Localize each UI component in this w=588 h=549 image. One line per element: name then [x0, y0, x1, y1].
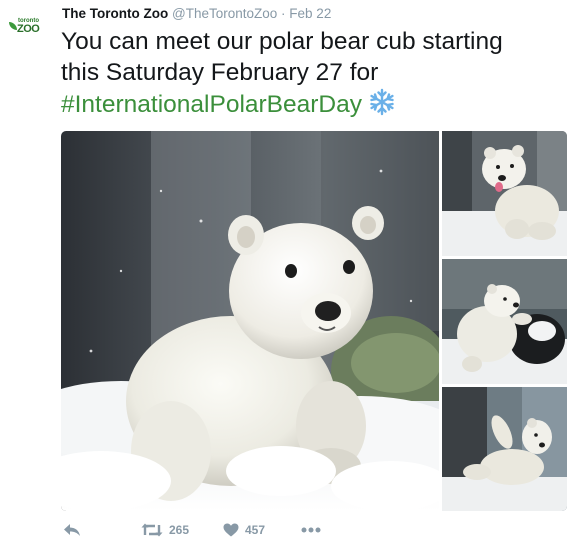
tweet-header: The Toronto Zoo @TheTorontoZoo · Feb 22: [62, 6, 331, 22]
separator-dot: ·: [281, 6, 286, 21]
logo-main-text: ZOO: [17, 23, 40, 35]
user-handle[interactable]: @TheTorontoZoo: [172, 6, 277, 21]
tweet-actions: 265 457: [61, 520, 361, 540]
tweet-text-line-1: You can meet our polar bear cub starting: [61, 28, 503, 55]
retweet-icon: [141, 523, 163, 537]
tweet-text-line-2: this Saturday February 27 for: [61, 59, 379, 86]
like-count: 457: [245, 523, 266, 537]
more-dots-icon: [301, 527, 321, 533]
reply-button[interactable]: [63, 520, 81, 540]
polar-bear-cub-ball-photo[interactable]: [442, 259, 567, 384]
tweet-text-line-3: #InternationalPolarBearDay: [61, 88, 581, 120]
more-button[interactable]: [301, 520, 321, 540]
leaf-icon: [9, 22, 17, 30]
heart-icon: [223, 523, 239, 537]
display-name[interactable]: The Toronto Zoo: [62, 6, 168, 21]
polar-bear-cub-main-photo[interactable]: [61, 131, 439, 511]
snowflake-icon: [370, 88, 394, 116]
like-button[interactable]: 457: [223, 520, 265, 540]
reply-icon: [64, 524, 80, 536]
tweet-timestamp[interactable]: Feb 22: [289, 6, 331, 21]
tweet-card: toronto ZOO The Toronto Zoo @TheTorontoZ…: [0, 0, 588, 549]
polar-bear-cub-wall-photo[interactable]: [442, 387, 567, 511]
polar-bear-cub-snow-photo[interactable]: [442, 131, 567, 256]
hashtag-link[interactable]: #InternationalPolarBearDay: [61, 91, 362, 118]
retweet-count: 265: [169, 523, 190, 537]
avatar[interactable]: toronto ZOO: [6, 18, 48, 38]
tweet-text: You can meet our polar bear cub starting…: [61, 26, 581, 120]
media-grid: [61, 131, 567, 511]
retweet-button[interactable]: 265: [141, 520, 189, 540]
